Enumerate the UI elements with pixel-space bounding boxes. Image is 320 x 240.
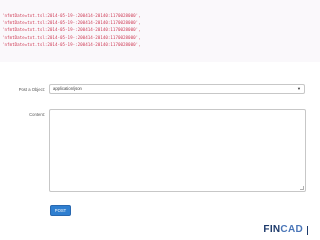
footer-brand: FINCAD xyxy=(263,225,308,235)
response-output-panel: 'nfmtDate=txt.tsl:2014-05-19-:200414-201… xyxy=(0,0,320,63)
brand-logo-alt: CAD xyxy=(280,224,303,235)
content-textarea[interactable] xyxy=(49,109,306,192)
content-type-select-value: application/json xyxy=(53,86,82,91)
post-button[interactable]: POST xyxy=(50,205,71,216)
code-line: 'nfmtDate=txt.tsl:2014-05-19-:200414-201… xyxy=(2,13,141,18)
brand-logo-main: FIN xyxy=(263,224,281,235)
response-code-lines: 'nfmtDate=txt.tsl:2014-05-19-:200414-201… xyxy=(2,12,141,48)
page: 'nfmtDate=txt.tsl:2014-05-19-:200414-201… xyxy=(0,0,320,240)
code-line: 'nfmtDate=txt.tsl:2014-05-19-:200414-201… xyxy=(2,27,141,33)
content-label: Content: xyxy=(29,112,45,117)
brand-logo: FINCAD xyxy=(263,225,303,235)
code-line: 'nfmtDate=txt.tsl:2014-05-19-:200414-201… xyxy=(2,20,141,26)
type-select-label: Post a Object: xyxy=(18,87,45,92)
chevron-down-icon: ▼ xyxy=(297,86,301,91)
brand-divider xyxy=(307,225,308,235)
code-line: 'nfmtDate=txt.tsl:2014-05-19-:200414-201… xyxy=(2,41,141,47)
resize-grip-icon[interactable] xyxy=(300,186,304,190)
content-type-select[interactable]: application/json ▼ xyxy=(49,84,305,94)
code-line: 'nfmtDate=txt.tsl:2014-05-19-:200414-201… xyxy=(2,34,141,40)
